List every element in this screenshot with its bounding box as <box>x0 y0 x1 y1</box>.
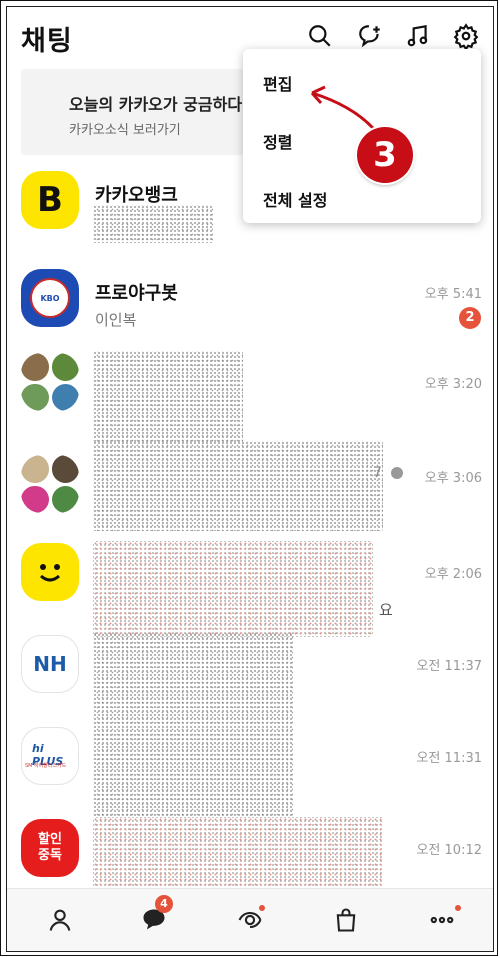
kakaotalk-app: 채팅 오늘의 카카오가 궁금하다면? 카카오소식 보러가기 B 카카오뱅크 KB… <box>6 6 494 952</box>
chat-time: 오후 5:41 <box>424 287 482 302</box>
chat-time: 오전 11:37 <box>416 659 482 674</box>
avatar: KBO <box>21 269 79 327</box>
group-avatar <box>21 353 79 411</box>
preview-tail: 요 <box>379 601 393 619</box>
avatar <box>21 543 79 601</box>
chat-time: 오후 3:20 <box>424 377 482 392</box>
friends-tab-icon[interactable] <box>43 903 77 937</box>
blurred-preview <box>93 205 213 243</box>
chat-time: 오전 11:31 <box>416 751 482 766</box>
avatar: B <box>21 171 79 229</box>
page-title: 채팅 <box>21 26 73 57</box>
blurred-preview <box>93 725 293 817</box>
chat-time: 오후 3:06 <box>424 471 482 486</box>
annotation-step-number: 3 <box>357 127 413 183</box>
chats-tab-icon[interactable]: 4 <box>137 895 173 937</box>
view-tab-icon[interactable] <box>233 903 267 937</box>
blurred-preview <box>93 541 373 637</box>
menu-item-sort[interactable]: 정렬 <box>263 129 292 153</box>
bottom-navigation: 4 <box>7 888 493 951</box>
menu-item-all-settings[interactable]: 전체 설정 <box>263 187 327 211</box>
avatar: 할인중독 <box>21 819 79 877</box>
settings-dropdown-menu: 편집 정렬 전체 설정 <box>243 49 481 223</box>
blurred-preview <box>93 441 383 531</box>
chat-time: 오전 10:12 <box>416 843 482 858</box>
more-tab-icon[interactable] <box>425 903 461 937</box>
avatar-label: 할인중독 <box>38 832 62 863</box>
music-icon[interactable] <box>403 21 433 51</box>
menu-item-edit[interactable]: 편집 <box>263 71 292 95</box>
new-dot <box>259 905 265 911</box>
avatar: NH <box>21 635 79 693</box>
kakaobank-logo: B <box>37 180 63 220</box>
shopping-tab-icon[interactable] <box>329 903 363 937</box>
group-avatar <box>21 455 79 513</box>
mute-icon <box>391 467 403 479</box>
avatar: hi PLUS SM 하이플러스카드 <box>21 727 79 785</box>
chat-name: 카카오뱅크 <box>95 185 178 206</box>
new-chat-icon[interactable] <box>355 21 385 51</box>
chat-name: 프로야구봇 <box>95 283 178 304</box>
chat-row[interactable]: 7 오후 3:06 <box>7 437 493 549</box>
unread-badge: 2 <box>459 307 481 329</box>
banner-title: 오늘의 카카오가 궁금하다면? <box>69 95 267 114</box>
search-icon[interactable] <box>305 21 335 51</box>
new-dot <box>455 905 461 911</box>
preview-tail: 7 <box>373 465 382 481</box>
chat-preview: 이인복 <box>95 311 137 329</box>
chat-count-badge: 4 <box>155 895 173 913</box>
settings-gear-icon[interactable] <box>451 21 481 51</box>
avatar-label: SM 하이플러스카드 <box>25 763 67 769</box>
smile-face-icon <box>40 564 60 582</box>
blurred-preview <box>93 633 293 725</box>
baseball-icon: KBO <box>30 278 70 318</box>
chat-time: 오후 2:06 <box>424 567 482 582</box>
blurred-preview <box>93 351 243 443</box>
blurred-preview <box>93 817 383 889</box>
nh-logo: NH <box>33 652 67 676</box>
banner-subtitle: 카카오소식 보러가기 <box>69 123 181 138</box>
